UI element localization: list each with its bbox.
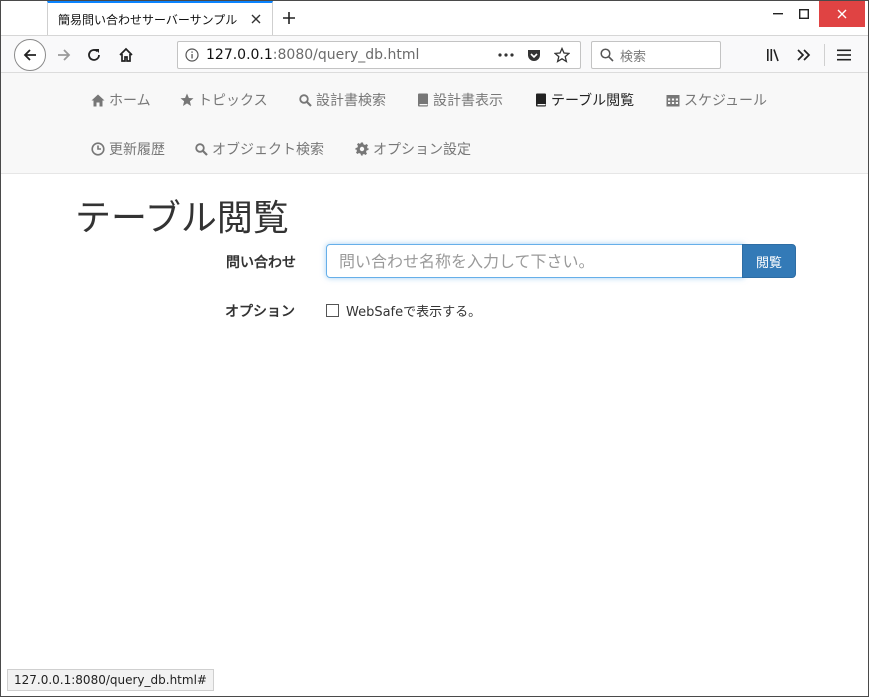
menu-button[interactable] [829,40,859,70]
forward-arrow-icon [58,49,71,61]
nav-item-home[interactable]: ホーム [91,90,151,110]
search-icon [299,93,312,107]
pocket-icon[interactable] [524,45,544,65]
nav-label: トピックス [198,93,268,109]
search-placeholder: 検索 [620,49,647,65]
query-label: 問い合わせ [226,255,296,271]
back-arrow-icon [23,49,36,61]
overflow-button[interactable] [789,40,819,70]
websafe-option[interactable]: WebSafeで表示する。 [326,301,481,320]
nav-item-history[interactable]: 更新履歴 [91,139,165,159]
info-icon[interactable] [178,48,206,62]
nav-item-object-search[interactable]: オブジェクト検索 [195,139,324,159]
site-nav: ホーム トピックス 設計書検索 設計書表示 テーブル閲覧 スケジュール 更新履歴 [1,73,868,174]
home-icon [119,47,133,62]
option-label: オプション [225,304,295,320]
book-icon [536,93,546,107]
calendar-icon [666,95,680,107]
forward-button[interactable] [49,40,79,70]
nav-item-topics[interactable]: トピックス [180,90,268,110]
home-button[interactable] [111,40,141,70]
nav-item-doc-search[interactable]: 設計書検索 [299,90,386,110]
nav-item-schedule[interactable]: スケジュール [666,90,767,110]
toolbar-separator [824,44,825,66]
nav-item-doc-view[interactable]: 設計書表示 [417,90,503,110]
websafe-label[interactable]: WebSafeで表示する。 [346,301,481,320]
gear-icon [355,142,369,156]
browser-window: 簡易問い合わせサーバーサンプル 127.0.0.1:8080/query_db.… [0,0,869,697]
bookmark-star-icon[interactable] [552,45,572,65]
tab-title: 簡易問い合わせサーバーサンプル [58,12,238,27]
tab-bar: 簡易問い合わせサーバーサンプル [1,1,868,35]
browser-tab[interactable]: 簡易問い合わせサーバーサンプル [47,1,273,35]
tab-close-icon[interactable] [246,9,266,29]
nav-label: オプション設定 [373,142,471,158]
status-bar: 127.0.0.1:8080/query_db.html# [7,669,214,691]
chevron-double-right-icon [797,49,811,61]
nav-label: 更新履歴 [109,142,165,158]
url-host: 127.0.0.1 [206,47,273,63]
nav-item-table-browse[interactable]: テーブル閲覧 [535,90,634,110]
search-icon [600,48,614,62]
url-bar[interactable]: 127.0.0.1:8080/query_db.html [177,41,581,69]
home-icon [91,94,105,106]
search-bar[interactable]: 検索 [591,41,721,69]
query-input[interactable] [326,244,744,278]
nav-label: 設計書表示 [433,93,503,109]
reload-icon [88,49,100,61]
nav-label: オブジェクト検索 [212,142,324,158]
window-close-button[interactable] [819,1,865,27]
search-icon [195,142,208,156]
websafe-checkbox[interactable] [326,304,339,317]
star-icon [180,93,194,106]
page-title: テーブル閲覧 [75,198,289,239]
maximize-button[interactable] [787,1,821,27]
library-button[interactable] [759,40,789,70]
clock-icon [91,142,105,156]
url-path: :8080/query_db.html [272,47,420,63]
url-text[interactable]: 127.0.0.1:8080/query_db.html [206,47,496,63]
reload-button[interactable] [79,40,109,70]
nav-label: ホーム [109,93,151,109]
nav-label: テーブル閲覧 [551,93,635,109]
book-icon [418,93,428,107]
browser-toolbar: 127.0.0.1:8080/query_db.html 検索 [1,35,868,73]
browse-button[interactable]: 閲覧 [742,244,796,278]
back-button[interactable] [14,39,46,71]
library-icon [767,49,779,62]
hamburger-icon [837,49,851,61]
nav-label: 設計書検索 [316,93,386,109]
nav-label: スケジュール [684,93,768,109]
more-actions-icon[interactable] [496,45,516,65]
nav-item-options[interactable]: オプション設定 [355,139,471,159]
new-tab-button[interactable] [277,5,301,31]
